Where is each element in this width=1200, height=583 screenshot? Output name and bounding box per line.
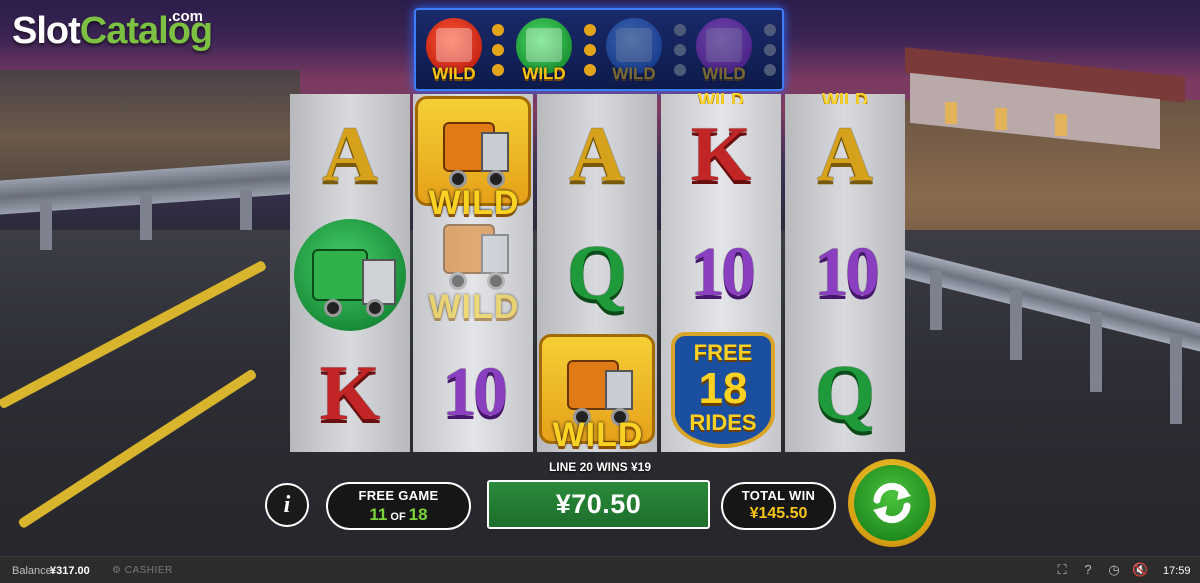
reel-2: WILD WILD 10 xyxy=(413,94,533,452)
symbol-cell: A xyxy=(537,94,657,213)
line-win-message: LINE 20 WINS ¥19 xyxy=(548,460,652,474)
gear-icon: ⚙ xyxy=(112,565,122,576)
truck-icon xyxy=(706,28,742,62)
meter-wild-purple: WILD xyxy=(692,18,756,84)
cashier-button[interactable]: ⚙ CASHIER xyxy=(112,565,173,576)
symbol-q: Q xyxy=(566,228,628,316)
slotcatalog-logo: SlotCatalog .com xyxy=(12,8,213,53)
truck-icon xyxy=(433,210,513,290)
meter-wild-red: WILD xyxy=(422,18,486,84)
info-icon: i xyxy=(283,491,291,518)
refresh-arrows-icon xyxy=(873,482,911,524)
green-truck-symbol xyxy=(294,219,408,331)
motel-building xyxy=(905,47,1185,150)
total-win-title: TOTAL WIN xyxy=(741,488,816,503)
reel-5: WILD A 10 Q xyxy=(785,90,905,452)
reel-1: A K xyxy=(290,94,410,452)
symbol-cell: A xyxy=(290,94,410,213)
total-win-value: ¥145.50 xyxy=(749,505,808,522)
meter-wild-blue: WILD xyxy=(602,18,666,84)
cashier-label: CASHIER xyxy=(124,565,173,576)
truck-icon xyxy=(436,28,472,62)
symbol-cell: 10 xyxy=(413,333,533,452)
symbol-cell: 10 xyxy=(661,213,781,332)
win-amount-display: ¥70.50 xyxy=(487,480,710,529)
symbol-k: K xyxy=(690,109,752,197)
fullscreen-icon[interactable]: ⛶ xyxy=(1054,562,1070,578)
free-game-current: 11 xyxy=(369,505,388,524)
reel-3: A Q WILD xyxy=(537,94,657,452)
wild-label: WILD xyxy=(428,288,520,324)
symbol-cell: A xyxy=(785,94,905,213)
sound-mute-icon[interactable]: 🔇 xyxy=(1132,562,1148,578)
balance-label: Balance xyxy=(12,565,52,577)
truck-icon xyxy=(526,28,562,62)
wild-collection-meter: WILD WILD WILD WILD xyxy=(414,8,784,91)
balance-value: ¥317.00 xyxy=(50,565,90,577)
meter-wild-label: WILD xyxy=(432,64,476,83)
logo-text-slot: Slot xyxy=(12,10,81,52)
wild-symbol: WILD xyxy=(409,92,539,222)
free-rides-count: 18 xyxy=(698,364,748,413)
truck-icon xyxy=(616,28,652,62)
symbol-10: 10 xyxy=(690,233,756,311)
history-icon[interactable]: ◷ xyxy=(1106,562,1122,578)
symbol-a: A xyxy=(321,109,379,197)
symbol-a: A xyxy=(568,109,626,197)
wild-symbol: WILD xyxy=(409,206,539,324)
rides-label: RIDES xyxy=(689,410,757,435)
clock-time: 17:59 xyxy=(1163,565,1191,577)
symbol-cell: K xyxy=(290,333,410,452)
free-game-total: 18 xyxy=(408,505,428,524)
symbol-10: 10 xyxy=(442,353,508,431)
info-button[interactable]: i xyxy=(265,483,309,527)
free-game-counter: FREE GAME 11 OF 18 xyxy=(326,482,471,530)
meter-wild-green: WILD xyxy=(512,18,576,84)
free-game-of: OF xyxy=(390,511,406,523)
total-win-display: TOTAL WIN ¥145.50 xyxy=(721,482,836,530)
symbol-cell: Q xyxy=(537,213,657,332)
symbol-cell: K xyxy=(661,94,781,213)
truck-icon xyxy=(433,108,513,188)
truck-icon xyxy=(557,346,637,426)
reel-4: WILD K 10 FREE 18 RIDES xyxy=(661,90,781,452)
reel-grid: A K WILD WILD 10 A Q WILD WILD K 10 FREE… xyxy=(290,90,906,452)
free-rides-scatter: FREE 18 RIDES xyxy=(667,330,777,452)
logo-text-com: .com xyxy=(168,8,204,25)
symbol-cell: Q xyxy=(785,333,905,452)
meter-wild-label: WILD xyxy=(522,64,566,83)
symbol-q: Q xyxy=(814,348,876,436)
wild-symbol: WILD xyxy=(533,330,663,452)
help-icon[interactable]: ? xyxy=(1080,562,1096,578)
spin-button[interactable] xyxy=(848,459,936,547)
meter-wild-label: WILD xyxy=(702,64,746,83)
free-label: FREE xyxy=(693,340,753,365)
status-bar: Balance ¥317.00 ⚙ CASHIER ⛶ ? ◷ 🔇 17:59 xyxy=(0,556,1200,583)
symbol-cell: 10 xyxy=(785,213,905,332)
free-game-title: FREE GAME xyxy=(358,488,439,503)
symbol-10: 10 xyxy=(814,233,880,311)
wild-label: WILD xyxy=(552,416,644,452)
symbol-k: K xyxy=(319,348,381,436)
meter-wild-label: WILD xyxy=(612,64,656,83)
symbol-a: A xyxy=(816,109,874,197)
